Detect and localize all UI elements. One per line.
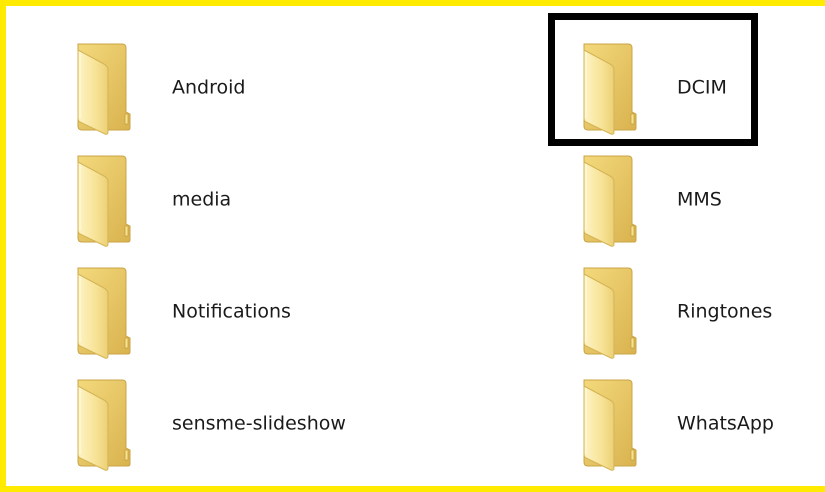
folder-label: MMS <box>677 188 722 211</box>
folder-item-sensme-slideshow[interactable]: sensme-slideshow <box>72 376 372 472</box>
folder-label: Android <box>172 76 246 99</box>
folder-icon <box>72 152 136 248</box>
folder-item-media[interactable]: media <box>72 152 332 248</box>
folder-item-android[interactable]: Android <box>72 40 332 136</box>
folder-label: Notifications <box>172 300 291 323</box>
folder-item-ringtones[interactable]: Ringtones <box>578 264 798 360</box>
folder-item-dcim[interactable]: DCIM <box>578 40 778 136</box>
folder-icon <box>72 264 136 360</box>
folder-icon <box>578 376 642 472</box>
folder-item-notifications[interactable]: Notifications <box>72 264 332 360</box>
folder-label: Ringtones <box>677 300 773 323</box>
folder-icon <box>578 40 642 136</box>
folder-icon <box>72 40 136 136</box>
folder-label: media <box>172 188 232 211</box>
folder-icon <box>578 264 642 360</box>
folder-icon <box>578 152 642 248</box>
folder-item-mms[interactable]: MMS <box>578 152 778 248</box>
folder-view-panel: Android DCIM media MMS Notifications Rin… <box>0 0 825 492</box>
folder-icon <box>72 376 136 472</box>
folder-label: sensme-slideshow <box>172 412 346 435</box>
folder-label: WhatsApp <box>677 412 774 435</box>
folder-label: DCIM <box>677 76 727 99</box>
folder-item-whatsapp[interactable]: WhatsApp <box>578 376 798 472</box>
